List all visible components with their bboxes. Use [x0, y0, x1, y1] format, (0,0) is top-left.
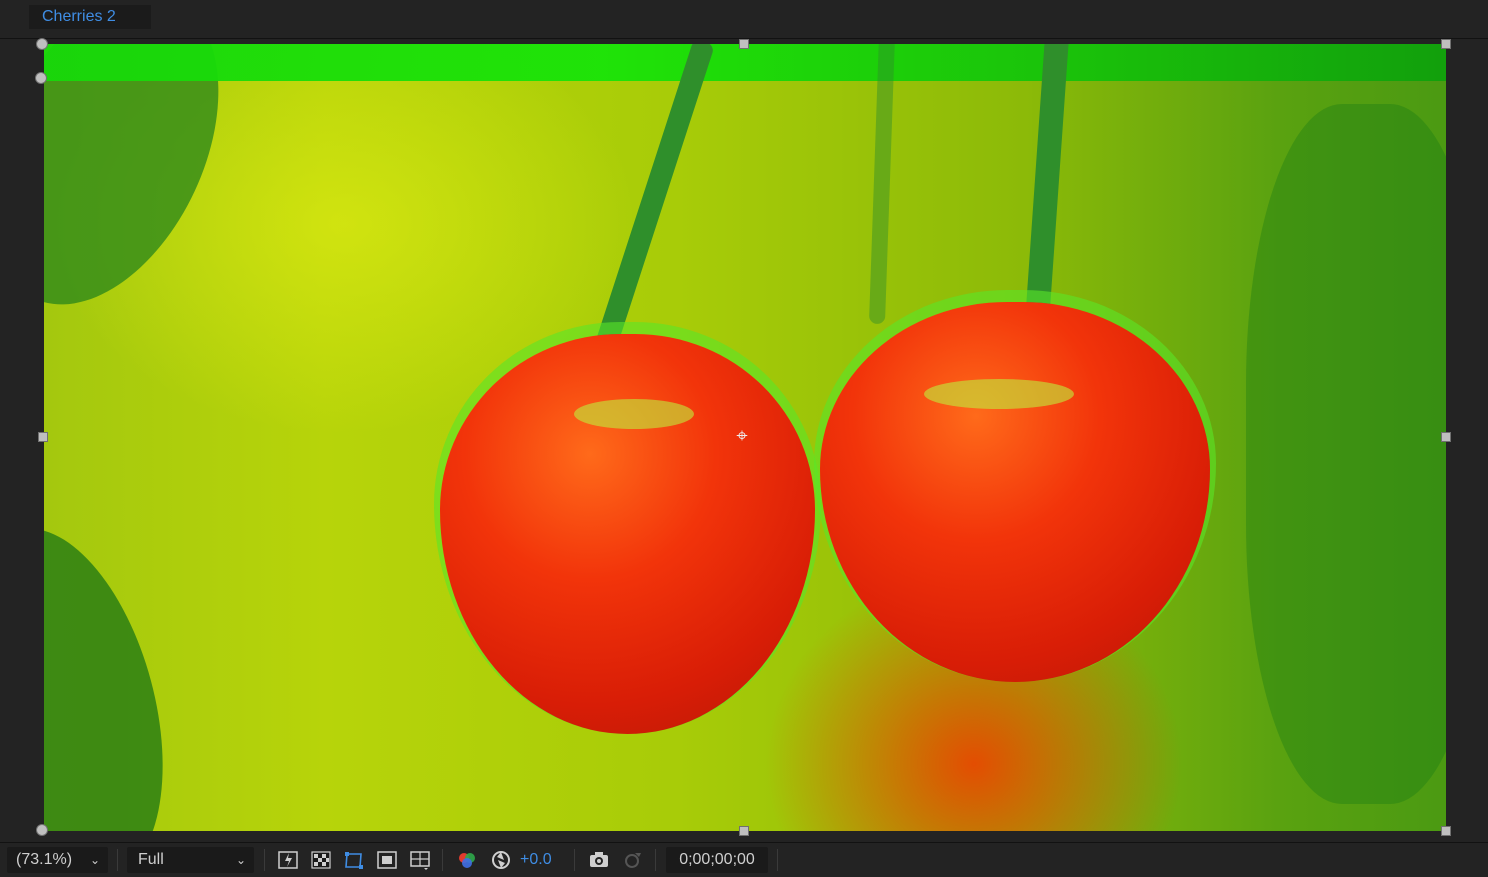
- fast-preview-icon[interactable]: [277, 849, 299, 871]
- leaf-shape: [44, 44, 265, 341]
- composition-tab-bar: Cherries 2: [0, 0, 1488, 39]
- cherry-right: [820, 302, 1210, 682]
- layer-handle-top-right[interactable]: [1441, 39, 1451, 49]
- exposure-value[interactable]: +0.0: [520, 847, 552, 873]
- region-of-interest-icon[interactable]: [376, 849, 398, 871]
- toolbar-divider: [777, 849, 778, 871]
- background-shade: [1246, 104, 1446, 804]
- layer-handle-bottom-left[interactable]: [36, 824, 48, 836]
- layer-handle-top-left[interactable]: [36, 38, 48, 50]
- layer-handle-top[interactable]: [739, 39, 749, 49]
- green-overlay-band: [44, 44, 1446, 81]
- cherry-stem: [868, 44, 896, 325]
- resolution-dropdown[interactable]: Full ⌄: [127, 847, 254, 873]
- color-channels-icon[interactable]: [456, 849, 478, 871]
- mask-path-icon[interactable]: [343, 849, 365, 871]
- toolbar-divider: [117, 849, 118, 871]
- cherry-left: [440, 334, 815, 734]
- composition-viewer[interactable]: ⌖: [0, 38, 1488, 841]
- toolbar-divider: [442, 849, 443, 871]
- cherry-highlight: [924, 379, 1074, 409]
- camera-icon[interactable]: [588, 849, 610, 871]
- toolbar-divider: [574, 849, 575, 871]
- transparency-grid-icon[interactable]: [310, 849, 332, 871]
- layer-handle-bottom-right[interactable]: [1441, 826, 1451, 836]
- chevron-down-icon: ⌄: [89, 853, 100, 867]
- magnification-dropdown[interactable]: (73.1%) ⌄: [7, 847, 108, 873]
- composition-tab[interactable]: Cherries 2: [29, 5, 151, 29]
- show-snapshot-icon[interactable]: [621, 849, 643, 871]
- magnification-value: (73.1%): [16, 851, 73, 868]
- grid-guides-icon[interactable]: [409, 849, 431, 871]
- leaf-shape: [44, 506, 198, 831]
- anchor-point-icon[interactable]: ⌖: [732, 426, 752, 446]
- layer-handle-bottom[interactable]: [739, 826, 749, 836]
- layer-handle-right[interactable]: [1441, 432, 1451, 442]
- resolution-value: Full: [138, 851, 164, 868]
- viewer-toolbar: (73.1%) ⌄ Full ⌄ +0.0 0;00;00;00: [0, 842, 1488, 876]
- toolbar-divider: [655, 849, 656, 871]
- reset-exposure-icon[interactable]: [490, 849, 512, 871]
- current-time-display[interactable]: 0;00;00;00: [666, 847, 768, 873]
- cherry-stem: [595, 44, 715, 350]
- toolbar-divider: [264, 849, 265, 871]
- layer-handle-left[interactable]: [38, 432, 48, 442]
- chevron-down-icon: ⌄: [235, 853, 246, 867]
- layer-handle-secondary[interactable]: [35, 72, 47, 84]
- cherry-highlight: [574, 399, 694, 429]
